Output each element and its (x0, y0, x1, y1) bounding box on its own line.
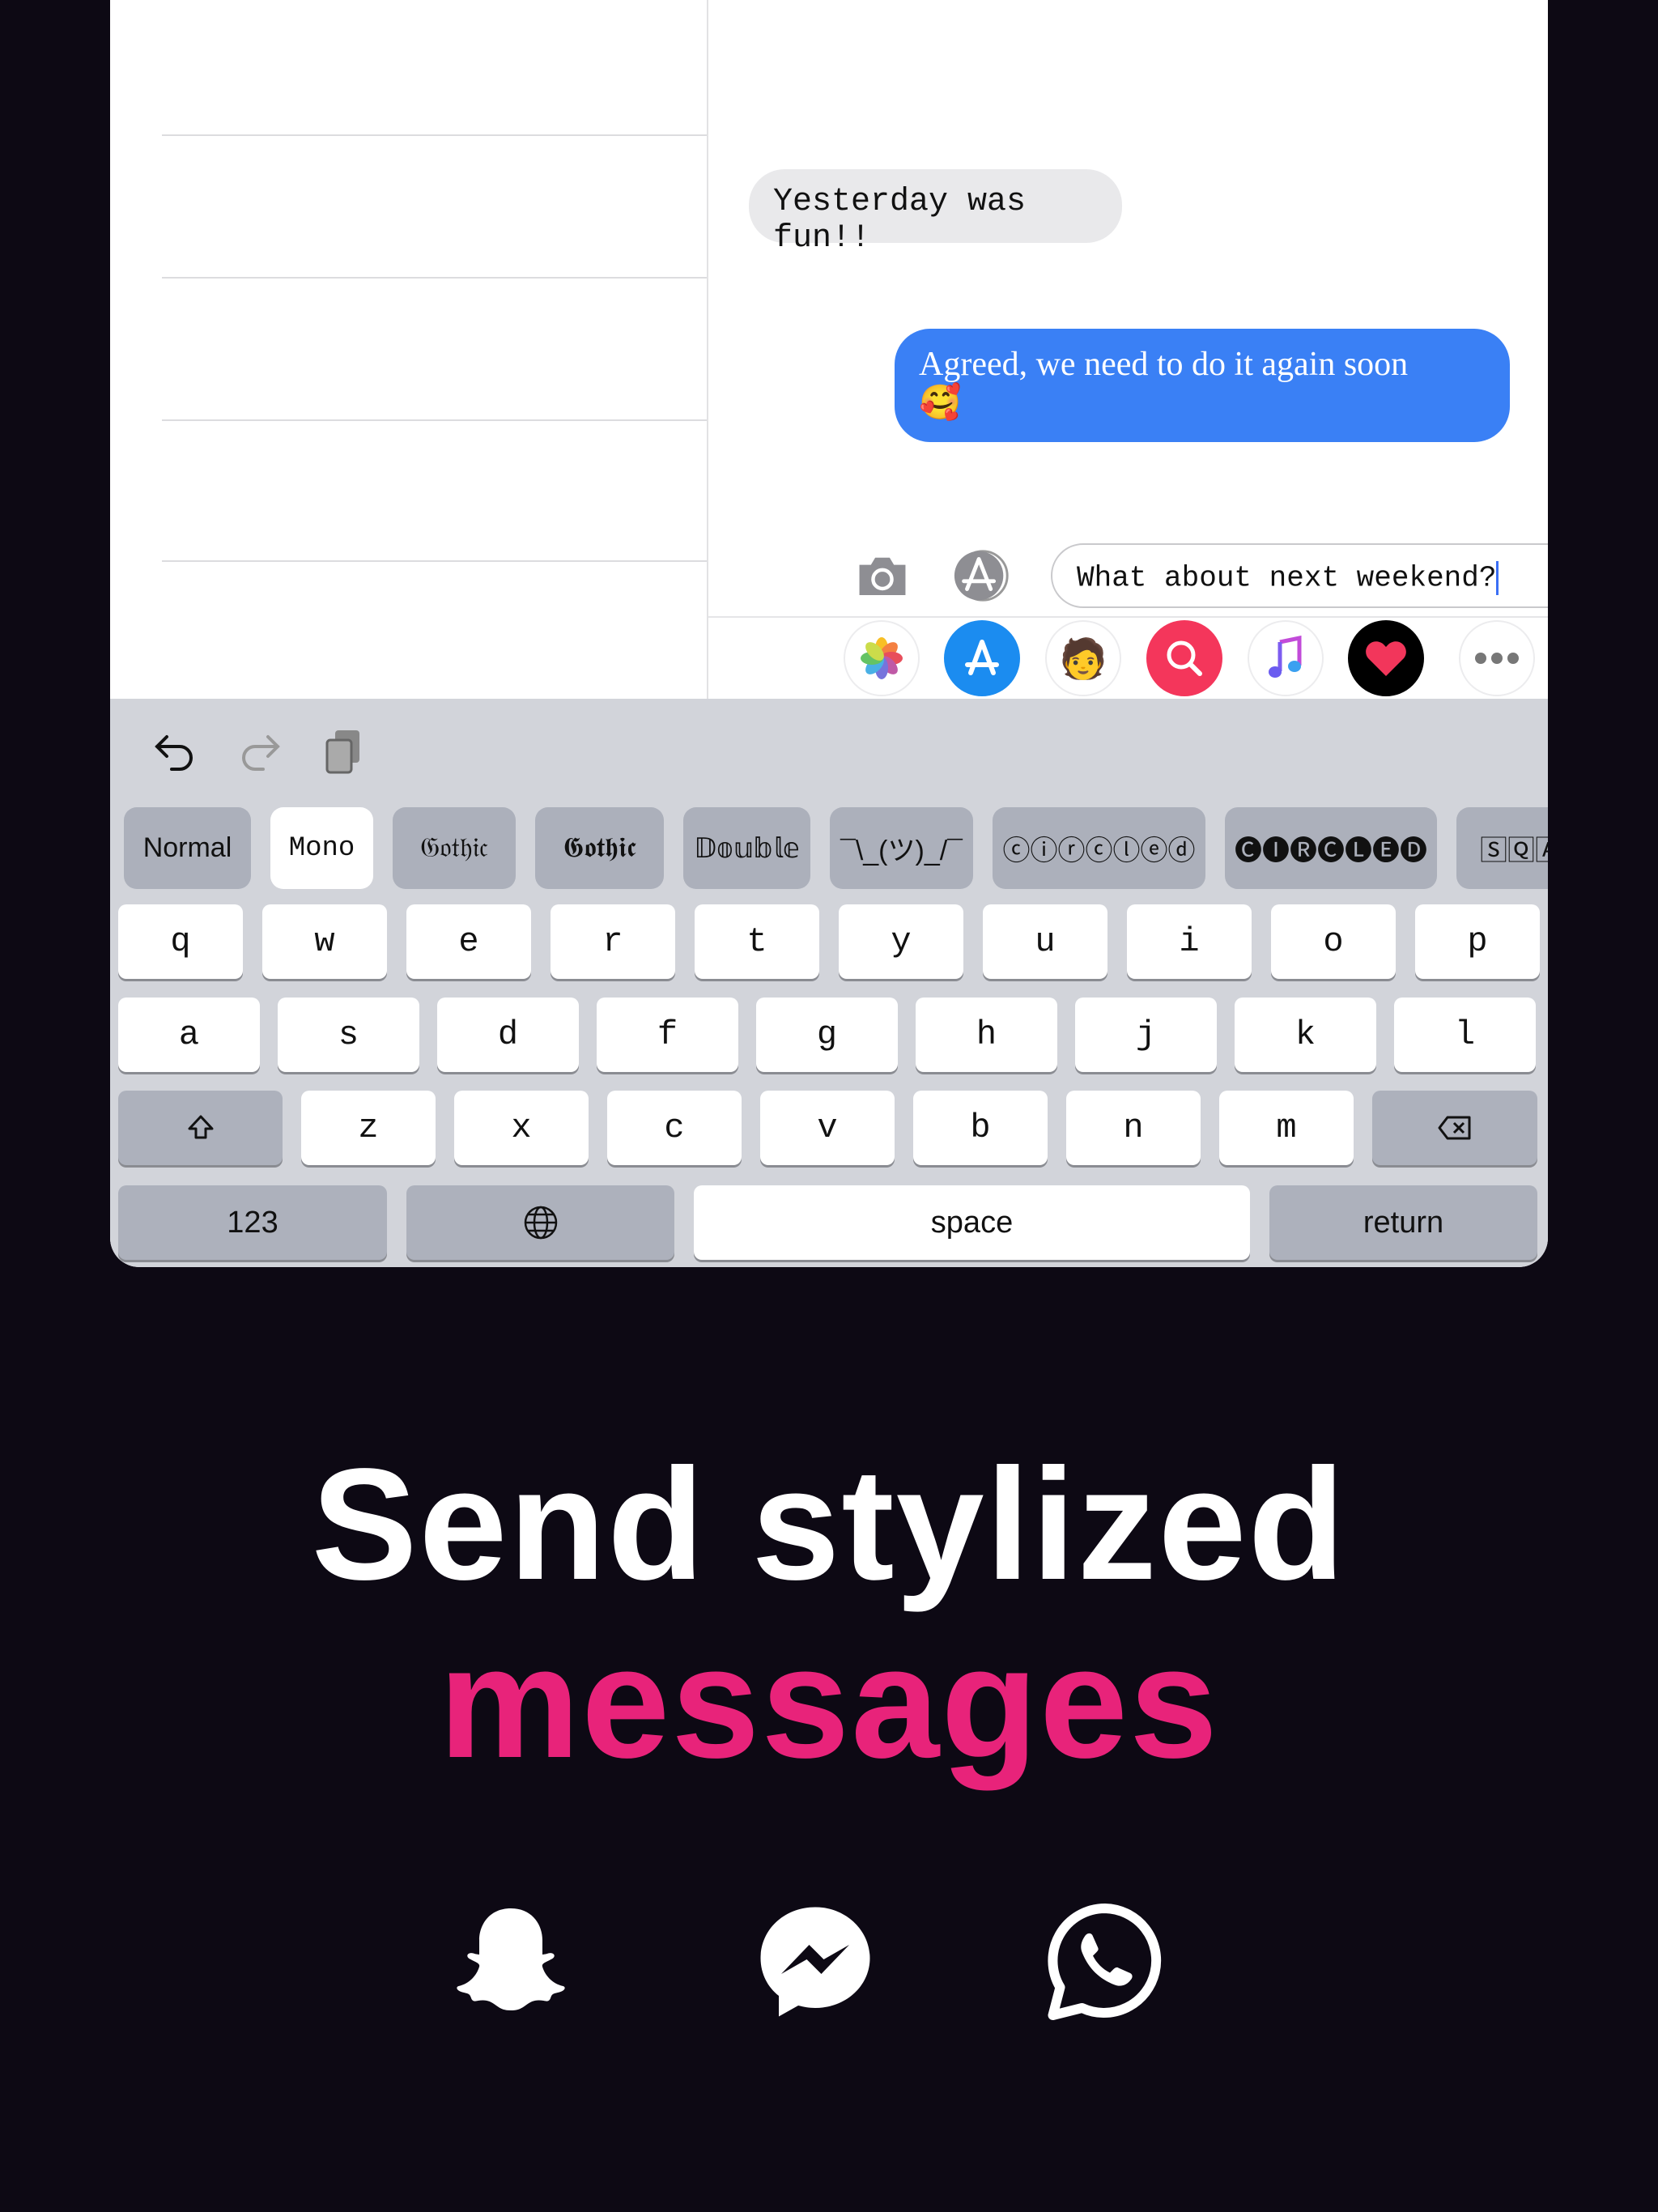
key-b[interactable]: b (913, 1091, 1048, 1165)
key-u[interactable]: u (983, 904, 1107, 979)
delete-key[interactable] (1372, 1091, 1537, 1165)
key-j[interactable]: j (1075, 998, 1217, 1072)
conversation-list (110, 0, 708, 699)
divider (162, 134, 707, 136)
shift-key[interactable] (118, 1091, 283, 1165)
key-row-1: q w e r t y u i o p (118, 904, 1540, 979)
style-squared[interactable]: 🅂🅀🄰 (1456, 807, 1548, 889)
style-gothic[interactable]: 𝔊𝔬𝔱𝔥𝔦𝔠 (393, 807, 516, 889)
undo-icon[interactable] (151, 727, 199, 776)
emoji: 🥰 (919, 385, 962, 422)
conversation: Yesterday was fun!! Agreed, we need to d… (708, 0, 1548, 699)
app-store-icon[interactable] (944, 620, 1020, 696)
key-v[interactable]: v (760, 1091, 895, 1165)
style-mono[interactable]: Mono (270, 807, 373, 889)
more-apps-icon[interactable] (1459, 620, 1535, 696)
music-icon[interactable] (1248, 620, 1324, 696)
key-i[interactable]: i (1127, 904, 1252, 979)
camera-icon[interactable] (857, 551, 908, 600)
key-o[interactable]: o (1271, 904, 1396, 979)
style-chips: Normal Mono 𝔊𝔬𝔱𝔥𝔦𝔠 𝕲𝖔𝖙𝖍𝖎𝖈 𝔻𝕠𝕦𝕓𝕝𝕖 ¯\_(ツ)_… (124, 807, 1548, 889)
numbers-key[interactable]: 123 (118, 1185, 387, 1260)
style-gothic-bold[interactable]: 𝕲𝖔𝖙𝖍𝖎𝖈 (535, 807, 664, 889)
message-input-value: What about next weekend? (1077, 561, 1497, 595)
digital-touch-icon[interactable] (1348, 620, 1424, 696)
key-q[interactable]: q (118, 904, 243, 979)
app-store-toggle-icon[interactable] (951, 548, 1013, 603)
device-screen: Yesterday was fun!! Agreed, we need to d… (110, 0, 1548, 1267)
divider (708, 616, 1548, 618)
clipboard-icon[interactable] (319, 727, 368, 776)
globe-key[interactable] (406, 1185, 674, 1260)
key-r[interactable]: r (551, 904, 675, 979)
key-p[interactable]: p (1415, 904, 1540, 979)
key-x[interactable]: x (454, 1091, 589, 1165)
shift-icon (188, 1115, 213, 1139)
headline-accent: messages (438, 1614, 1220, 1791)
style-shrug[interactable]: ¯\_(ツ)_/¯ (830, 807, 973, 889)
key-z[interactable]: z (301, 1091, 436, 1165)
style-normal[interactable]: Normal (124, 807, 251, 889)
outgoing-message: Agreed, we need to do it again soon 🥰 (895, 329, 1510, 442)
key-w[interactable]: w (262, 904, 387, 979)
backspace-icon (1438, 1116, 1471, 1140)
key-c[interactable]: c (607, 1091, 742, 1165)
key-n[interactable]: n (1066, 1091, 1201, 1165)
text-caret (1496, 561, 1499, 595)
key-f[interactable]: f (597, 998, 738, 1072)
divider (162, 560, 707, 562)
key-h[interactable]: h (916, 998, 1057, 1072)
key-row-4: 123 space return (118, 1185, 1537, 1260)
image-search-icon[interactable] (1146, 620, 1222, 696)
message-input[interactable]: What about next weekend? (1051, 543, 1548, 608)
key-row-2: a s d f g h j k l (118, 998, 1536, 1072)
headline: Send stylized (311, 1436, 1347, 1613)
key-d[interactable]: d (437, 998, 579, 1072)
photos-icon[interactable] (844, 620, 920, 696)
key-m[interactable]: m (1219, 1091, 1354, 1165)
style-circled[interactable]: ⓒⓘⓡⓒⓛⓔⓓ (993, 807, 1205, 889)
return-key[interactable]: return (1269, 1185, 1537, 1260)
key-g[interactable]: g (756, 998, 898, 1072)
key-row-3: z x c v b n m (118, 1091, 1537, 1165)
style-double[interactable]: 𝔻𝕠𝕦𝕓𝕝𝕖 (683, 807, 810, 889)
divider (162, 419, 707, 421)
message-text: Agreed, we need to do it again soon (919, 346, 1409, 383)
incoming-message: Yesterday was fun!! (749, 169, 1122, 257)
key-k[interactable]: k (1235, 998, 1376, 1072)
key-a[interactable]: a (118, 998, 260, 1072)
memoji-icon[interactable]: 🧑 (1045, 620, 1121, 696)
key-l[interactable]: l (1394, 998, 1536, 1072)
messenger-icon (760, 1907, 870, 2017)
divider (162, 277, 707, 279)
key-s[interactable]: s (278, 998, 419, 1072)
key-e[interactable]: e (406, 904, 531, 979)
style-circled-filled[interactable]: 🅒🅘🅡🅒🅛🅔🅓 (1225, 807, 1437, 889)
globe-icon (524, 1206, 557, 1240)
redo-icon[interactable] (236, 727, 284, 776)
key-t[interactable]: t (695, 904, 819, 979)
whatsapp-icon (1048, 1903, 1162, 2020)
keyboard: Normal Mono 𝔊𝔬𝔱𝔥𝔦𝔠 𝕲𝖔𝖙𝖍𝖎𝖈 𝔻𝕠𝕦𝕓𝕝𝕖 ¯\_(ツ)_… (110, 699, 1548, 1267)
snapchat-icon (457, 1908, 565, 2010)
space-key[interactable]: space (694, 1185, 1250, 1260)
key-y[interactable]: y (839, 904, 963, 979)
